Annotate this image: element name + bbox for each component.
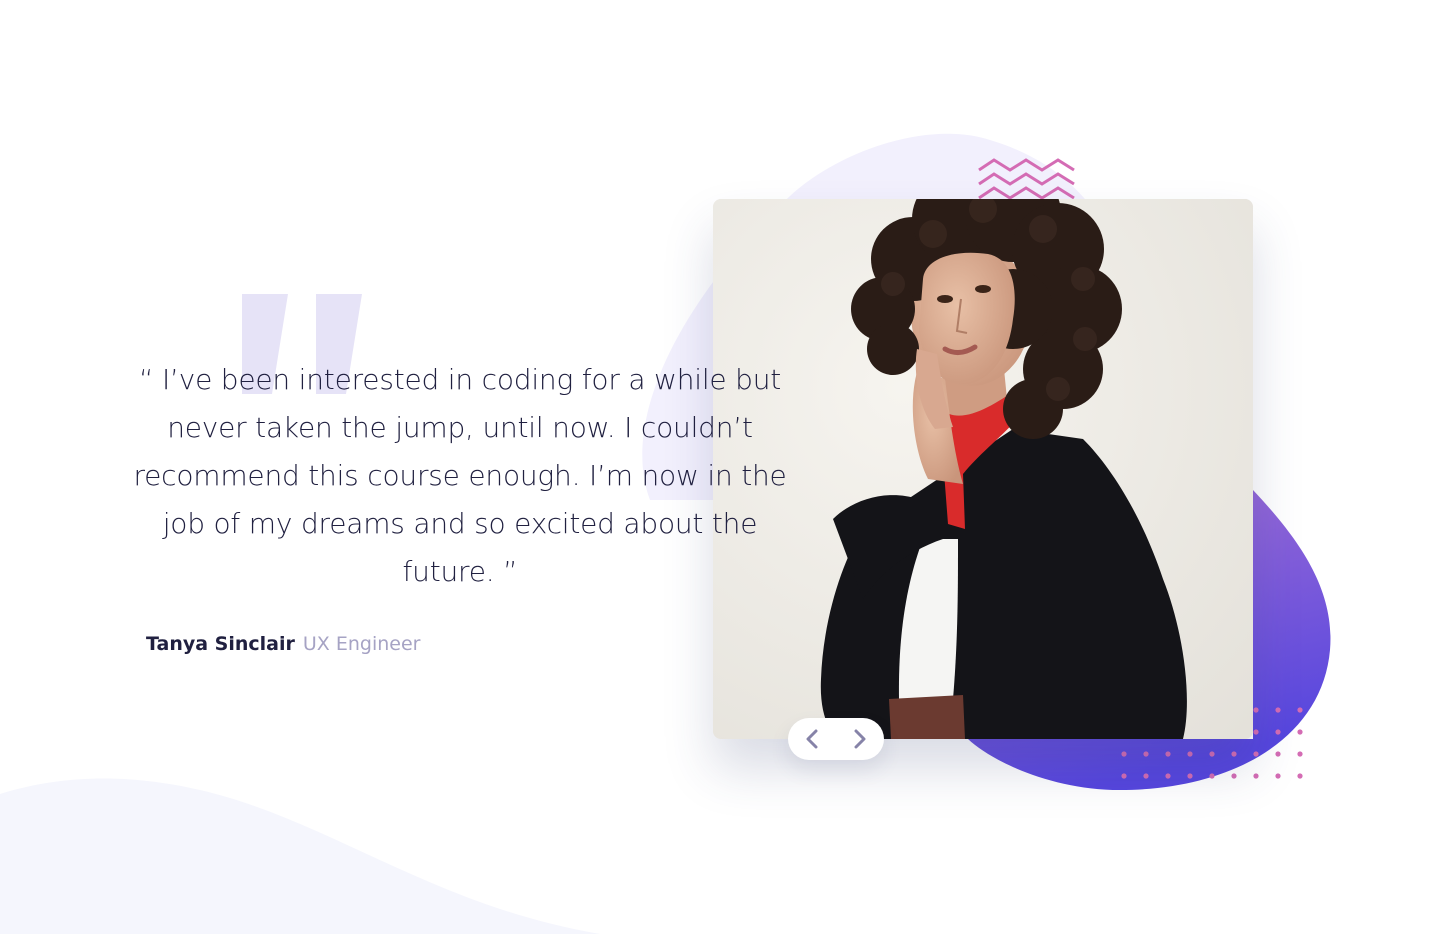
slider-controls (788, 718, 884, 760)
testimonial-section: “ I’ve been interested in coding for a w… (0, 0, 1434, 934)
dot (1143, 773, 1149, 779)
dot (1253, 729, 1259, 735)
dot (1275, 729, 1281, 735)
author-name: Tanya Sinclair (146, 633, 295, 655)
dot (1297, 729, 1303, 735)
dot (1209, 751, 1215, 757)
dot (1253, 707, 1259, 713)
dot (1209, 773, 1215, 779)
author-role: UX Engineer (302, 633, 421, 655)
zigzag-pattern-icon (978, 158, 1075, 200)
dot (1143, 751, 1149, 757)
dot (1275, 707, 1281, 713)
dot (1187, 773, 1193, 779)
dot (1121, 773, 1127, 779)
dot (1187, 751, 1193, 757)
chevron-left-icon (806, 729, 818, 749)
dot (1121, 751, 1127, 757)
dot (1297, 751, 1303, 757)
next-button[interactable] (846, 725, 874, 753)
dot (1297, 707, 1303, 713)
dot (1275, 773, 1281, 779)
testimonial-quote: “ I’ve been interested in coding for a w… (133, 363, 787, 588)
previous-button[interactable] (798, 725, 826, 753)
dot (1297, 773, 1303, 779)
dot (1165, 773, 1171, 779)
testimonial-author: Tanya Sinclair UX Engineer (146, 630, 420, 658)
dot (1253, 773, 1259, 779)
dot (1231, 773, 1237, 779)
chevron-right-icon (854, 729, 866, 749)
dot (1231, 751, 1237, 757)
dot (1275, 751, 1281, 757)
dot (1253, 751, 1259, 757)
dot (1165, 751, 1171, 757)
